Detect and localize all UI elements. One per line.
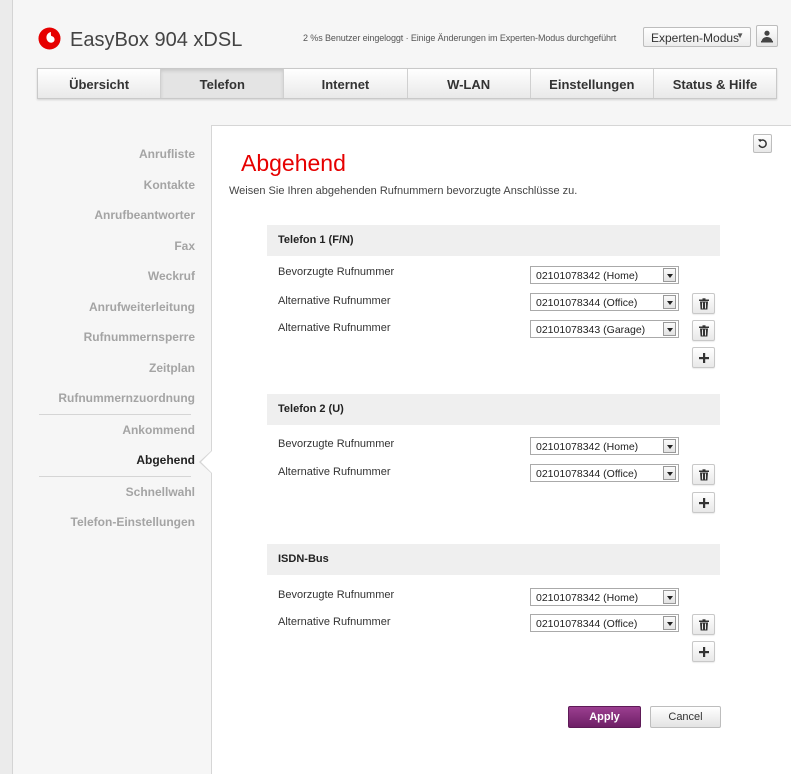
sidebar-item-anrufbeantworter[interactable]: Anrufbeantworter [12,200,197,231]
number-select[interactable]: 02101078344 (Office) [530,293,679,311]
section-header: ISDN-Bus [267,544,720,575]
login-status: 2 %s Benutzer eingeloggt · Einige Änderu… [303,33,617,43]
page-title: Abgehend [241,150,346,176]
sidebar-item-rufnummernzuordnung[interactable]: Rufnummernzuordnung [12,383,197,414]
plus-icon [699,647,709,657]
page-intro: Weisen Sie Ihren abgehenden Rufnummern b… [229,185,578,197]
chevron-down-icon [663,439,676,453]
row-label: Bevorzugte Rufnummer [278,438,395,450]
apply-button[interactable]: Apply [568,706,641,728]
mode-select-value: Experten-Modus [651,31,740,45]
number-select[interactable]: 02101078342 (Home) [530,266,679,284]
tab-telefon[interactable]: Telefon [161,69,285,98]
number-select[interactable]: 02101078344 (Office) [530,614,679,632]
tab-internet[interactable]: Internet [284,69,408,98]
app-title: EasyBox 904 xDSL [70,29,243,51]
sidebar-item-anrufliste[interactable]: Anrufliste [12,139,197,170]
trash-icon [699,469,709,481]
number-select-value: 02101078344 (Office) [536,618,638,630]
tab-status-hilfe[interactable]: Status & Hilfe [654,69,776,98]
delete-button[interactable] [692,320,715,341]
plus-icon [699,353,709,363]
number-select[interactable]: 02101078344 (Office) [530,464,679,482]
row-label: Alternative Rufnummer [278,466,391,478]
add-button[interactable] [692,641,715,662]
tab-uebersicht[interactable]: Übersicht [38,69,162,98]
chevron-down-icon [663,268,676,282]
active-pointer-inner [201,451,212,473]
tab-einstellungen[interactable]: Einstellungen [531,69,654,98]
section-header: Telefon 2 (U) [267,394,720,425]
delete-button[interactable] [692,293,715,314]
trash-icon [699,298,709,310]
sidebar-item-ankommend[interactable]: Ankommend [12,415,197,446]
chevron-down-icon [663,616,676,630]
sidebar-item-zeitplan[interactable]: Zeitplan [12,353,197,384]
main-tabs: Übersicht Telefon Internet W-LAN Einstel… [37,68,777,99]
mode-select[interactable]: Experten-Modus ▼ [643,27,751,47]
trash-icon [699,619,709,631]
sidebar: Anrufliste Kontakte Anrufbeantworter Fax… [12,139,197,538]
number-select[interactable]: 02101078343 (Garage) [530,320,679,338]
tab-wlan[interactable]: W-LAN [408,69,531,98]
number-select-value: 02101078342 (Home) [536,270,639,282]
sidebar-item-weckruf[interactable]: Weckruf [12,261,197,292]
chevron-down-icon [663,295,676,309]
number-select[interactable]: 02101078342 (Home) [530,437,679,455]
row-label: Alternative Rufnummer [278,616,391,628]
delete-button[interactable] [692,464,715,485]
number-select-value: 02101078342 (Home) [536,592,639,604]
row-label: Bevorzugte Rufnummer [278,266,395,278]
sidebar-item-rufnummernsperre[interactable]: Rufnummernsperre [12,322,197,353]
reset-button[interactable] [753,134,772,153]
number-select-value: 02101078342 (Home) [536,441,639,453]
number-select-value: 02101078344 (Office) [536,297,638,309]
user-icon [761,30,773,43]
sidebar-item-fax[interactable]: Fax [12,231,197,262]
number-select-value: 02101078343 (Garage) [536,324,646,336]
sidebar-item-schnellwahl[interactable]: Schnellwahl [12,477,197,508]
number-select-value: 02101078344 (Office) [536,468,638,480]
section-header: Telefon 1 (F/N) [267,225,720,256]
trash-icon [699,325,709,337]
vodafone-logo-icon [38,27,61,50]
add-button[interactable] [692,347,715,368]
chevron-down-icon: ▼ [736,31,744,40]
sidebar-item-abgehend[interactable]: Abgehend [12,445,197,476]
delete-button[interactable] [692,614,715,635]
sidebar-item-telefon-einstellungen[interactable]: Telefon-Einstellungen [12,507,197,538]
user-button[interactable] [756,25,778,47]
number-select[interactable]: 02101078342 (Home) [530,588,679,606]
chevron-down-icon [663,466,676,480]
cancel-button[interactable]: Cancel [650,706,721,728]
plus-icon [699,498,709,508]
add-button[interactable] [692,492,715,513]
row-label: Alternative Rufnummer [278,322,391,334]
undo-icon [757,139,767,149]
sidebar-item-anrufweiterleitung[interactable]: Anrufweiterleitung [12,292,197,323]
sidebar-item-kontakte[interactable]: Kontakte [12,170,197,201]
row-label: Bevorzugte Rufnummer [278,589,395,601]
chevron-down-icon [663,322,676,336]
row-label: Alternative Rufnummer [278,295,391,307]
chevron-down-icon [663,590,676,604]
